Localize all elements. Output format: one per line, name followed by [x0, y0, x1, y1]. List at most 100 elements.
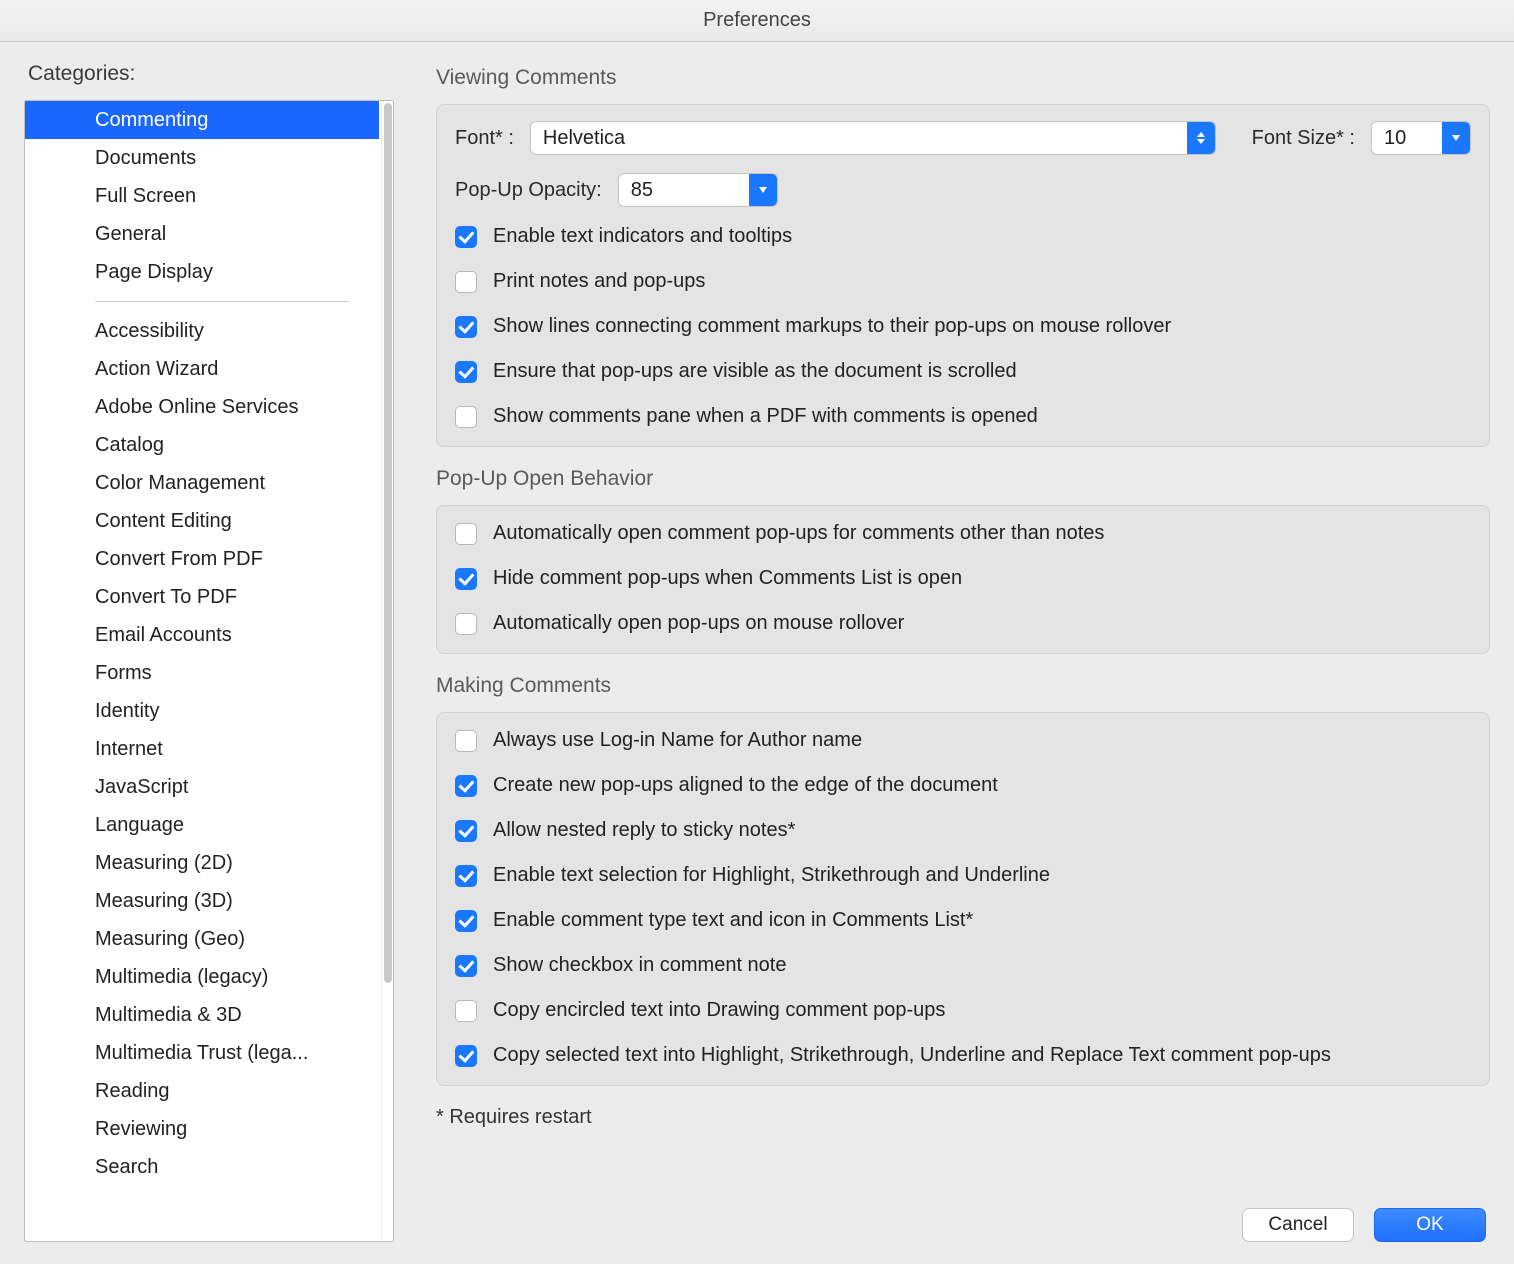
checkbox-row: Ensure that pop-ups are visible as the d… [455, 360, 1471, 383]
checkbox[interactable] [455, 865, 477, 887]
category-item[interactable]: Measuring (Geo) [25, 920, 379, 958]
window-title: Preferences [0, 0, 1514, 42]
checkbox-label: Enable text selection for Highlight, Str… [493, 864, 1050, 887]
section-making-title: Making Comments [436, 674, 1490, 698]
checkbox[interactable] [455, 361, 477, 383]
category-item[interactable]: Internet [25, 730, 379, 768]
fontsize-label: Font Size* : [1252, 127, 1355, 150]
checkbox[interactable] [455, 730, 477, 752]
font-value: Helvetica [531, 127, 1187, 150]
checkbox-row: Show lines connecting comment markups to… [455, 315, 1471, 338]
ok-button[interactable]: OK [1374, 1208, 1486, 1242]
category-item[interactable]: Catalog [25, 426, 379, 464]
checkbox-label: Copy encircled text into Drawing comment… [493, 999, 945, 1022]
scrollbar-thumb[interactable] [384, 103, 392, 983]
checkbox[interactable] [455, 226, 477, 248]
checkbox-row: Enable text selection for Highlight, Str… [455, 864, 1471, 887]
settings-pane: Viewing Comments Font* : Helvetica Font … [394, 62, 1490, 1242]
checkbox-row: Show comments pane when a PDF with comme… [455, 405, 1471, 428]
category-item[interactable]: Measuring (3D) [25, 882, 379, 920]
checkbox-row: Allow nested reply to sticky notes* [455, 819, 1471, 842]
checkbox[interactable] [455, 1000, 477, 1022]
checkbox[interactable] [455, 271, 477, 293]
cancel-button[interactable]: Cancel [1242, 1208, 1354, 1242]
section-viewing: Font* : Helvetica Font Size* : 10 Pop-Up… [436, 104, 1490, 447]
category-item[interactable]: Email Accounts [25, 616, 379, 654]
category-item[interactable]: Commenting [25, 101, 379, 139]
checkbox-row: Hide comment pop-ups when Comments List … [455, 567, 1471, 590]
checkbox-label: Ensure that pop-ups are visible as the d… [493, 360, 1017, 383]
checkbox[interactable] [455, 775, 477, 797]
category-item[interactable]: Full Screen [25, 177, 379, 215]
section-popup-title: Pop-Up Open Behavior [436, 467, 1490, 491]
category-item[interactable]: Identity [25, 692, 379, 730]
category-item[interactable]: Action Wizard [25, 350, 379, 388]
checkbox-row: Copy encircled text into Drawing comment… [455, 999, 1471, 1022]
category-item[interactable]: Search [25, 1148, 379, 1186]
category-item[interactable]: Page Display [25, 253, 379, 291]
fontsize-select[interactable]: 10 [1371, 121, 1471, 155]
checkbox-row: Enable text indicators and tooltips [455, 225, 1471, 248]
preferences-body: Categories: CommentingDocumentsFull Scre… [0, 42, 1514, 1264]
category-item[interactable]: Adobe Online Services [25, 388, 379, 426]
category-item[interactable]: Language [25, 806, 379, 844]
checkbox[interactable] [455, 523, 477, 545]
checkbox[interactable] [455, 316, 477, 338]
category-item[interactable]: Reviewing [25, 1110, 379, 1148]
category-item[interactable]: Forms [25, 654, 379, 692]
checkbox-label: Show lines connecting comment markups to… [493, 315, 1171, 338]
section-viewing-title: Viewing Comments [436, 66, 1490, 90]
dialog-footer: Cancel OK [436, 1196, 1490, 1242]
checkbox-label: Allow nested reply to sticky notes* [493, 819, 795, 842]
category-item[interactable]: Documents [25, 139, 379, 177]
checkbox-row: Always use Log-in Name for Author name [455, 729, 1471, 752]
categories-scrollbar[interactable] [381, 101, 393, 1241]
category-item[interactable]: Accessibility [25, 312, 379, 350]
updown-icon [1187, 122, 1215, 154]
category-item[interactable]: Measuring (2D) [25, 844, 379, 882]
checkbox[interactable] [455, 1045, 477, 1067]
section-making: Always use Log-in Name for Author name Cr… [436, 712, 1490, 1086]
checkbox[interactable] [455, 820, 477, 842]
category-item[interactable]: Reading [25, 1072, 379, 1110]
sidebar: Categories: CommentingDocumentsFull Scre… [24, 62, 394, 1242]
category-item[interactable]: Multimedia & 3D [25, 996, 379, 1034]
checkbox-row: Print notes and pop-ups [455, 270, 1471, 293]
checkbox-row: Show checkbox in comment note [455, 954, 1471, 977]
chevron-down-icon [749, 174, 777, 206]
opacity-value: 85 [619, 179, 749, 202]
categories-list: CommentingDocumentsFull ScreenGeneralPag… [24, 100, 394, 1242]
restart-note: * Requires restart [436, 1106, 1490, 1129]
category-item[interactable]: JavaScript [25, 768, 379, 806]
checkbox-row: Automatically open comment pop-ups for c… [455, 522, 1471, 545]
categories-label: Categories: [28, 62, 394, 86]
checkbox[interactable] [455, 910, 477, 932]
category-item[interactable]: Convert From PDF [25, 540, 379, 578]
category-item[interactable]: General [25, 215, 379, 253]
checkbox-row: Enable comment type text and icon in Com… [455, 909, 1471, 932]
checkbox-label: Enable text indicators and tooltips [493, 225, 792, 248]
checkbox-label: Automatically open comment pop-ups for c… [493, 522, 1104, 545]
font-label: Font* : [455, 127, 514, 150]
opacity-select[interactable]: 85 [618, 173, 778, 207]
checkbox[interactable] [455, 955, 477, 977]
checkbox-label: Show comments pane when a PDF with comme… [493, 405, 1038, 428]
checkbox-label: Hide comment pop-ups when Comments List … [493, 567, 962, 590]
category-item[interactable]: Multimedia Trust (lega... [25, 1034, 379, 1072]
checkbox-label: Copy selected text into Highlight, Strik… [493, 1044, 1331, 1067]
checkbox-label: Automatically open pop-ups on mouse roll… [493, 612, 904, 635]
category-item[interactable]: Color Management [25, 464, 379, 502]
section-popup: Automatically open comment pop-ups for c… [436, 505, 1490, 654]
opacity-label: Pop-Up Opacity: [455, 179, 602, 202]
checkbox[interactable] [455, 568, 477, 590]
category-item[interactable]: Multimedia (legacy) [25, 958, 379, 996]
checkbox[interactable] [455, 406, 477, 428]
font-select[interactable]: Helvetica [530, 121, 1216, 155]
checkbox-label: Print notes and pop-ups [493, 270, 705, 293]
checkbox-label: Create new pop-ups aligned to the edge o… [493, 774, 998, 797]
checkbox[interactable] [455, 613, 477, 635]
fontsize-value: 10 [1372, 127, 1442, 150]
category-item[interactable]: Convert To PDF [25, 578, 379, 616]
category-item[interactable]: Content Editing [25, 502, 379, 540]
chevron-down-icon [1442, 122, 1470, 154]
